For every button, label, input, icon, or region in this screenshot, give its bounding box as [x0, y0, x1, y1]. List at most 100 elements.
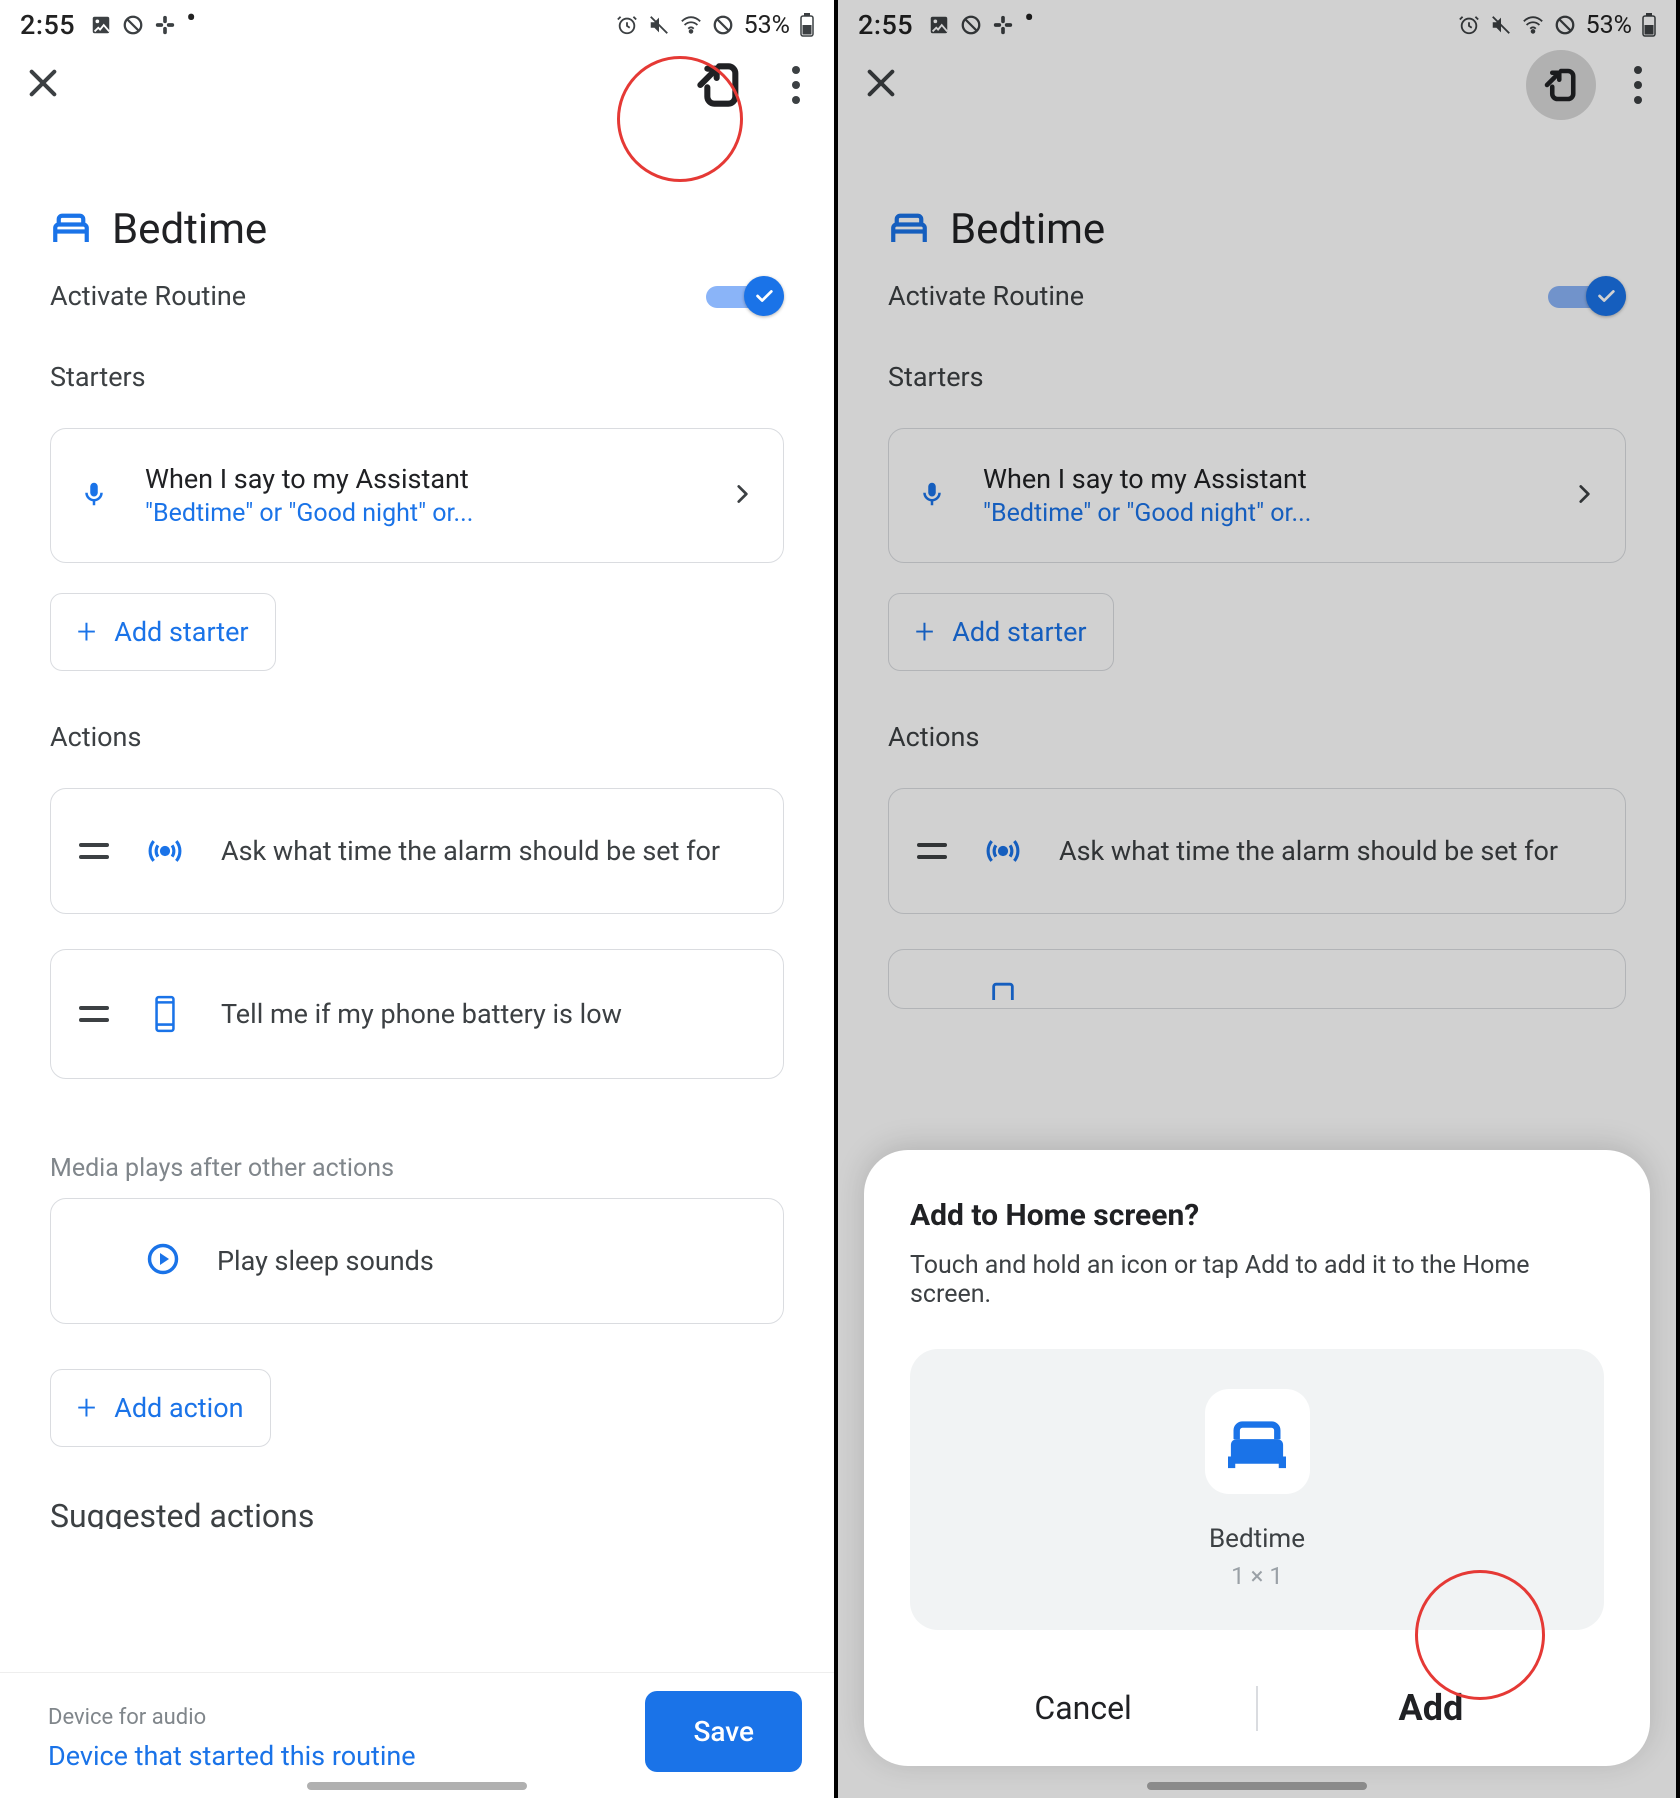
- preview-dimensions: 1 × 1: [910, 1562, 1604, 1590]
- starters-heading: Starters: [888, 361, 1626, 393]
- status-bar: 2:55 • 53%: [838, 0, 1676, 50]
- add-to-home-dialog: Add to Home screen? Touch and hold an ic…: [864, 1150, 1650, 1766]
- routine-title: Bedtime: [112, 205, 267, 254]
- slack-icon: [154, 14, 176, 36]
- nav-indicator[interactable]: [1147, 1782, 1367, 1790]
- nosign2-icon: [1554, 14, 1576, 36]
- activate-routine-label: Activate Routine: [888, 280, 1084, 312]
- alarm-icon: [616, 14, 638, 36]
- content-area: Bedtime Activate Routine Starters When I…: [0, 120, 834, 1529]
- battery-icon: [800, 13, 814, 37]
- action-battery-text: Tell me if my phone battery is low: [221, 998, 755, 1030]
- wifi-icon: [1522, 14, 1544, 36]
- add-shortcut-button[interactable]: [684, 50, 754, 120]
- broadcast-icon: [145, 834, 185, 868]
- plus-icon: +: [915, 612, 934, 652]
- image-icon: [90, 14, 112, 36]
- actions-heading: Actions: [888, 721, 1626, 753]
- starter-line1: When I say to my Assistant: [983, 463, 1535, 495]
- starter-line2: "Bedtime" or "Good night" or...: [983, 499, 1535, 528]
- app-bar: [0, 50, 834, 120]
- slack-icon: [992, 14, 1014, 36]
- wifi-icon: [680, 14, 702, 36]
- close-button[interactable]: [864, 59, 898, 111]
- chevron-right-icon: [729, 481, 755, 511]
- activate-toggle[interactable]: [706, 276, 784, 316]
- starter-voice-card[interactable]: When I say to my Assistant "Bedtime" or …: [888, 428, 1626, 563]
- mic-icon: [79, 479, 109, 513]
- action-alarm-card[interactable]: Ask what time the alarm should be set fo…: [888, 788, 1626, 914]
- media-sleep-card[interactable]: Play sleep sounds: [50, 1198, 784, 1324]
- cancel-button[interactable]: Cancel: [910, 1689, 1256, 1727]
- device-audio-label: Device for audio: [48, 1705, 416, 1730]
- nosign-icon: [122, 14, 144, 36]
- shortcut-preview[interactable]: Bedtime 1 × 1: [910, 1349, 1604, 1630]
- plus-icon: +: [77, 612, 96, 652]
- alarm-icon: [1458, 14, 1480, 36]
- activate-routine-label: Activate Routine: [50, 280, 246, 312]
- screen-right: 2:55 • 53%: [838, 0, 1676, 1798]
- phone-icon: [983, 980, 1023, 1000]
- plus-icon: +: [77, 1388, 96, 1428]
- more-menu-button[interactable]: [1626, 66, 1650, 104]
- starters-heading: Starters: [50, 361, 784, 393]
- battery-icon: [1642, 13, 1656, 37]
- chevron-right-icon: [1571, 481, 1597, 511]
- add-starter-button[interactable]: + Add starter: [50, 593, 276, 671]
- drag-handle-icon[interactable]: [79, 843, 109, 859]
- add-button[interactable]: Add: [1258, 1687, 1604, 1729]
- routine-title: Bedtime: [950, 205, 1105, 254]
- play-circle-icon: [145, 1241, 181, 1281]
- add-shortcut-button[interactable]: [1526, 50, 1596, 120]
- nosign2-icon: [712, 14, 734, 36]
- activate-toggle[interactable]: [1548, 276, 1626, 316]
- media-heading: Media plays after other actions: [50, 1154, 784, 1183]
- device-audio-value[interactable]: Device that started this routine: [48, 1740, 416, 1772]
- add-action-button[interactable]: + Add action: [50, 1369, 271, 1447]
- add-starter-label: Add starter: [952, 616, 1086, 648]
- dialog-body: Touch and hold an icon or tap Add to add…: [910, 1251, 1604, 1309]
- bed-icon: [888, 207, 930, 253]
- dot-icon: •: [1024, 14, 1034, 24]
- starter-voice-card[interactable]: When I say to my Assistant "Bedtime" or …: [50, 428, 784, 563]
- status-bar: 2:55 • 53%: [0, 0, 834, 50]
- add-starter-button[interactable]: + Add starter: [888, 593, 1114, 671]
- mic-icon: [917, 479, 947, 513]
- status-clock: 2:55: [858, 9, 913, 41]
- close-button[interactable]: [26, 59, 60, 111]
- nav-indicator[interactable]: [307, 1782, 527, 1790]
- dialog-title: Add to Home screen?: [910, 1198, 1604, 1233]
- status-clock: 2:55: [20, 9, 75, 41]
- nosign-icon: [960, 14, 982, 36]
- mute-icon: [648, 14, 670, 36]
- starter-line1: When I say to my Assistant: [145, 463, 693, 495]
- suggested-actions-heading: Suggested actions: [50, 1497, 784, 1529]
- action-battery-card[interactable]: Tell me if my phone battery is low: [50, 949, 784, 1079]
- image-icon: [928, 14, 950, 36]
- battery-pct: 53%: [744, 11, 790, 40]
- add-starter-label: Add starter: [114, 616, 248, 648]
- media-text: Play sleep sounds: [217, 1245, 755, 1277]
- add-action-label: Add action: [114, 1392, 243, 1424]
- action-alarm-card[interactable]: Ask what time the alarm should be set fo…: [50, 788, 784, 914]
- preview-title: Bedtime: [910, 1524, 1604, 1554]
- action-alarm-text: Ask what time the alarm should be set fo…: [1059, 835, 1597, 867]
- screen-left: 2:55 • 53%: [0, 0, 838, 1798]
- save-button[interactable]: Save: [645, 1691, 802, 1772]
- dot-icon: •: [186, 14, 196, 24]
- mute-icon: [1490, 14, 1512, 36]
- drag-handle-icon[interactable]: [917, 843, 947, 859]
- more-menu-button[interactable]: [784, 66, 808, 104]
- broadcast-icon: [983, 834, 1023, 868]
- phone-icon: [145, 995, 185, 1033]
- starter-line2: "Bedtime" or "Good night" or...: [145, 499, 693, 528]
- battery-pct: 53%: [1586, 11, 1632, 40]
- action-battery-card[interactable]: [888, 949, 1626, 1009]
- action-alarm-text: Ask what time the alarm should be set fo…: [221, 835, 755, 867]
- drag-handle-icon[interactable]: [79, 1006, 109, 1022]
- content-area: Bedtime Activate Routine Starters When I…: [838, 120, 1676, 1009]
- app-bar: [838, 50, 1676, 120]
- actions-heading: Actions: [50, 721, 784, 753]
- bed-icon: [50, 207, 92, 253]
- footer-bar: Device for audio Device that started thi…: [0, 1672, 834, 1798]
